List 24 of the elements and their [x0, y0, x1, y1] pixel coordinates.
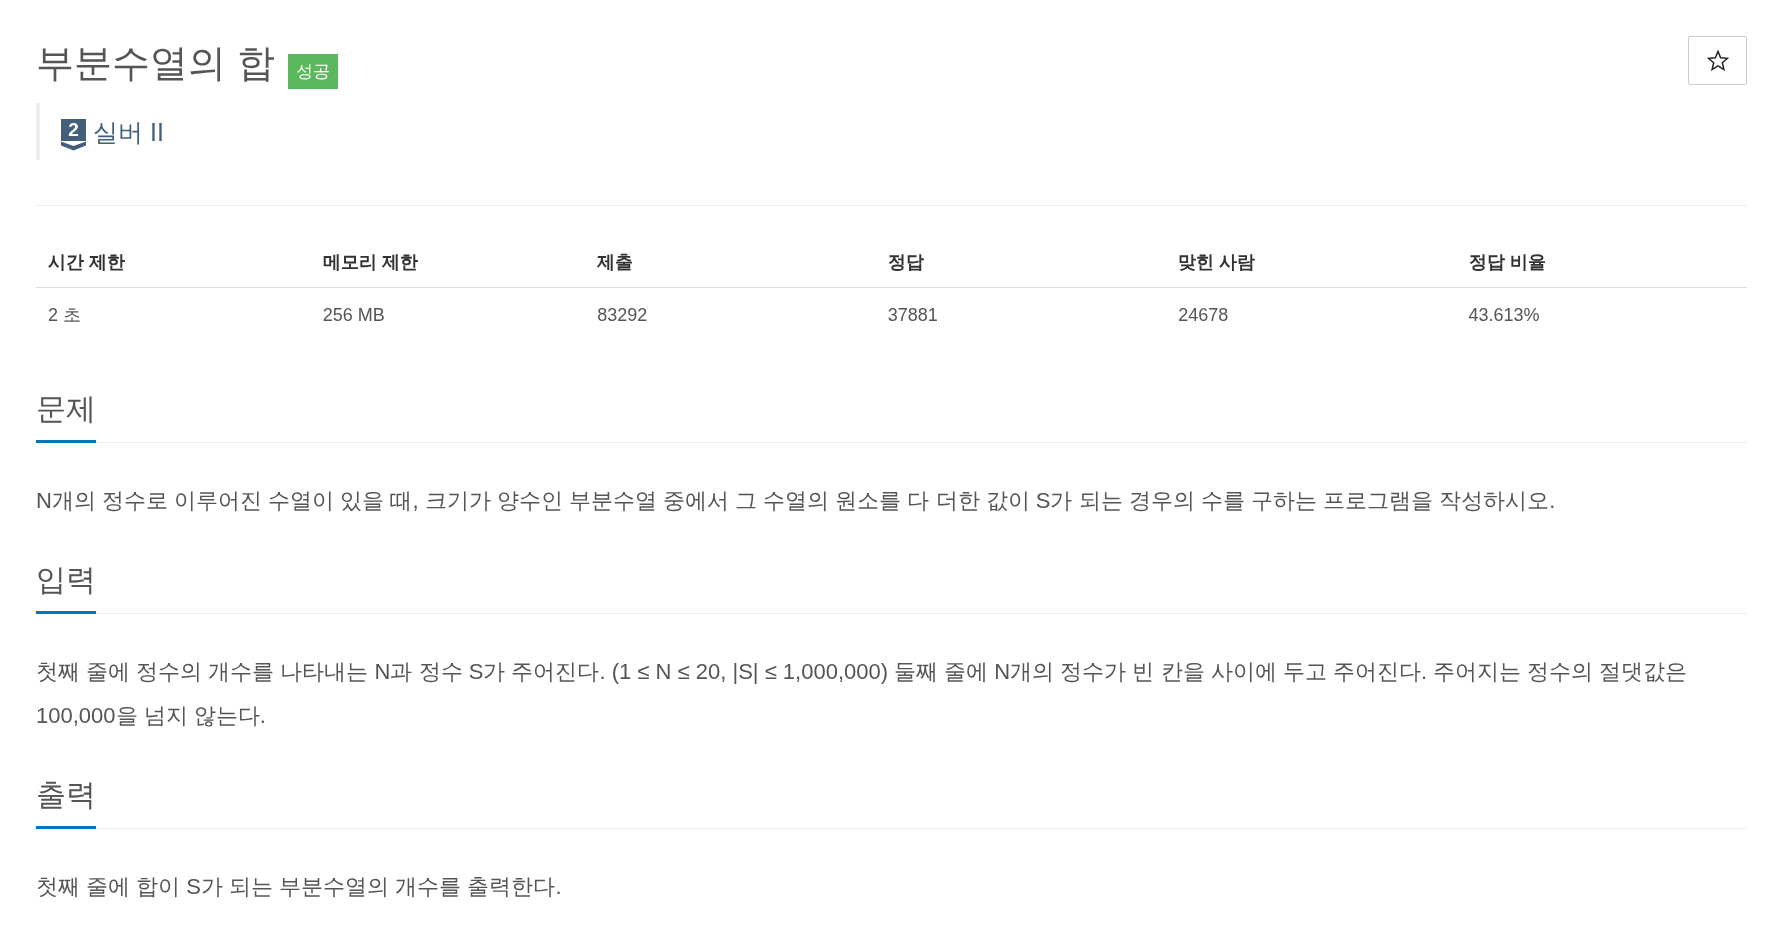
column-header: 정답 비율 — [1456, 237, 1747, 288]
table-cell: 43.613% — [1456, 287, 1747, 342]
problem-title: 부분수열의 합 — [36, 41, 275, 86]
column-header: 메모리 제한 — [310, 237, 586, 288]
tier-emblem: 2 — [61, 118, 86, 151]
status-label: 성공 — [287, 54, 338, 89]
section-text: 첫째 줄에 합이 S가 되는 부분수열의 개수를 출력한다. — [36, 873, 563, 901]
star-icon — [1706, 50, 1729, 71]
favorite-button[interactable] — [1688, 36, 1747, 85]
column-header: 제출 — [585, 237, 876, 288]
section-heading: 출력 — [36, 777, 96, 829]
table-cell: 83292 — [585, 287, 876, 342]
table-cell: 24678 — [1166, 287, 1457, 342]
column-header: 맞힌 사람 — [1166, 237, 1457, 288]
section-text: N개의 정수로 이루어진 수열이 있을 때, 크기가 양수인 부분수열 중에서 그 수열의 원소를 다 더한 값이 S가 되는 경우의 수를 구하는 프로그램을 작성하시오. — [36, 487, 1557, 515]
table-cell: 37881 — [875, 287, 1167, 342]
table-cell: 256 MB — [310, 287, 586, 342]
table-cell: 2 초 — [36, 287, 311, 342]
tier-label: 실버 II — [93, 116, 164, 148]
section-heading: 문제 — [36, 391, 96, 443]
section-heading: 입력 — [36, 562, 96, 614]
column-header: 시간 제한 — [36, 237, 311, 288]
section-text: 첫째 줄에 정수의 개수를 나타내는 N과 정수 S가 주어진다. (1 ≤ N ≤ 20, |S| ≤ 1,000,000) 둘째 줄에 N개의 정수가 빈 칸을 사이에 두고 주어진다. 주어지는 정수의 절댓값은 100,000을 넘지 않는다. — [36, 658, 1689, 730]
column-header: 정답 — [875, 237, 1167, 288]
